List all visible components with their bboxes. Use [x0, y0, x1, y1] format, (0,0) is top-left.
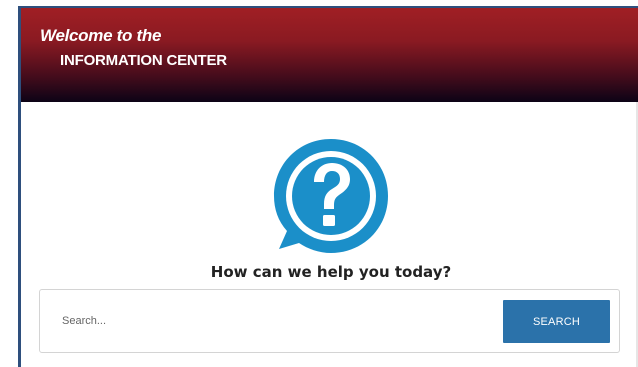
- search-input[interactable]: [41, 291, 481, 351]
- search-button[interactable]: SEARCH: [503, 300, 610, 343]
- help-heading: How can we help you today?: [210, 263, 452, 281]
- header-banner: Welcome to the INFORMATION CENTER: [21, 8, 638, 102]
- info-center-panel: Welcome to the INFORMATION CENTER How ca…: [18, 6, 638, 367]
- search-bar: SEARCH: [39, 289, 620, 353]
- page-title: INFORMATION CENTER: [60, 52, 227, 69]
- welcome-text: Welcome to the: [40, 26, 162, 45]
- question-mark-speech-bubble-icon: [274, 139, 388, 253]
